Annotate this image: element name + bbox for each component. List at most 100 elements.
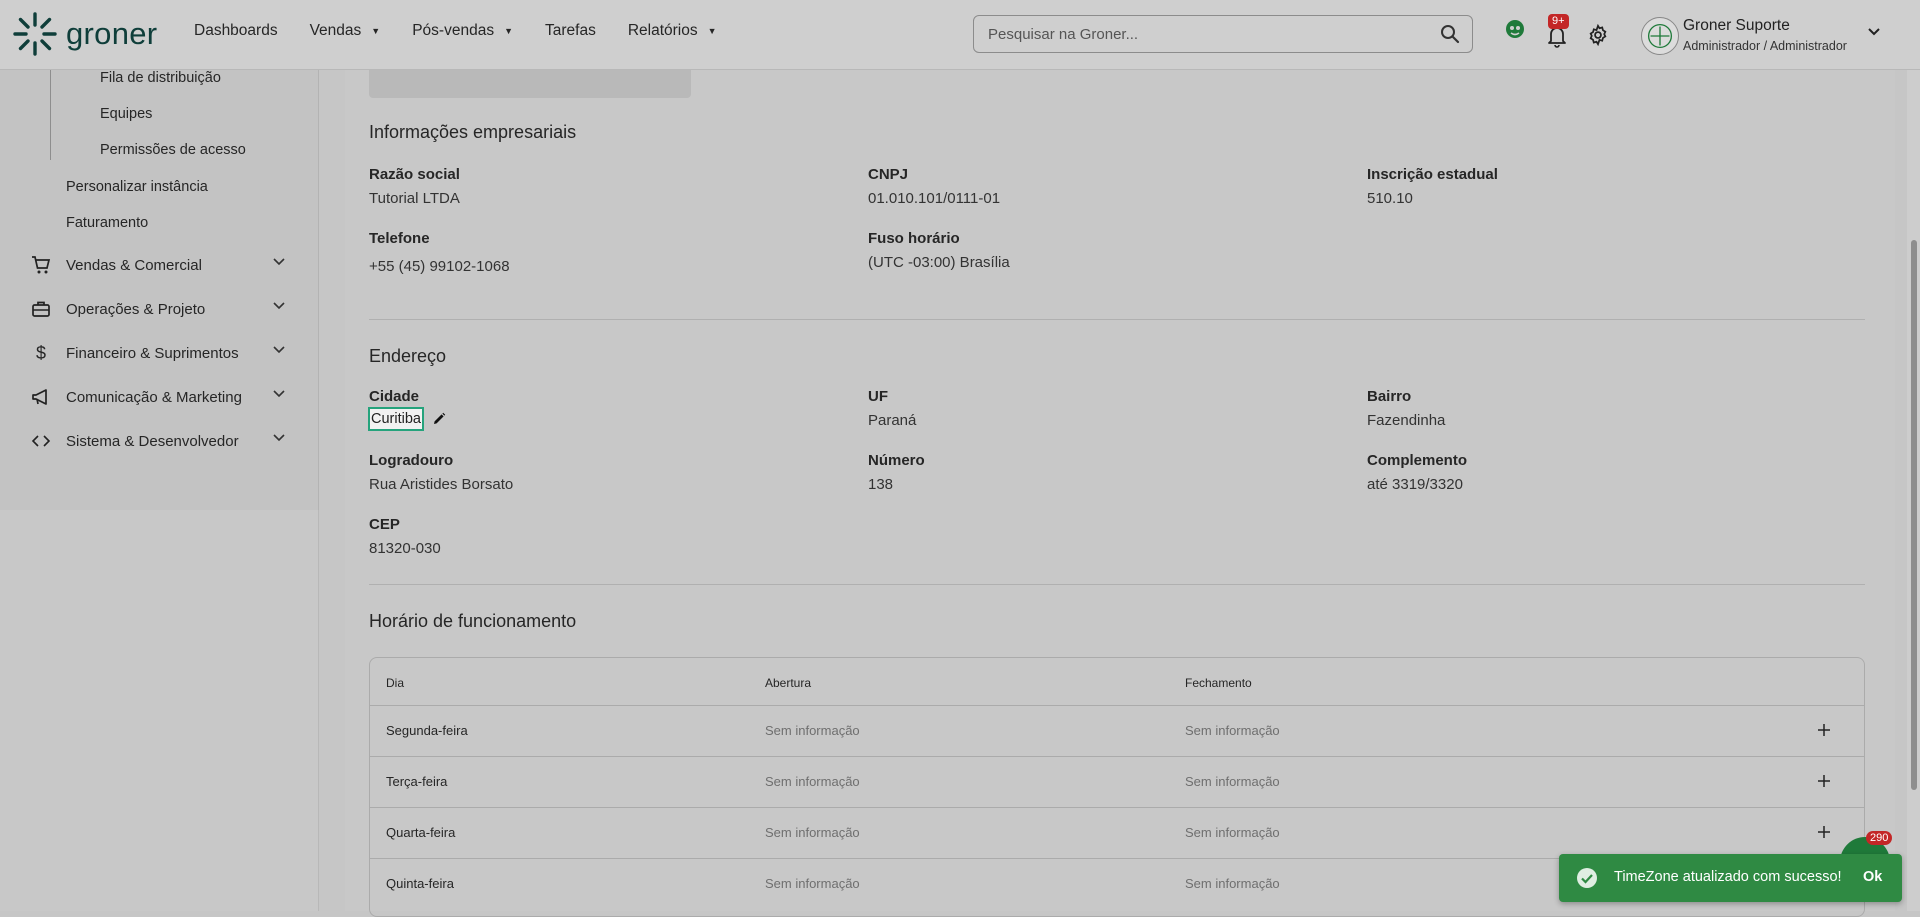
column-header-fechamento: Fechamento [1185, 676, 1252, 690]
field-label-telefone: Telefone [369, 230, 430, 247]
nav-vendas[interactable]: Vendas ▼ [310, 22, 381, 40]
field-label-uf: UF [868, 388, 888, 405]
chevron-down-icon [273, 258, 285, 266]
user-menu[interactable]: Groner Suporte Administrador / Administr… [1641, 17, 1881, 57]
field-value-telefone[interactable]: +55 (45) 99102-1068 [369, 258, 510, 275]
day-cell: Segunda-feira [386, 723, 468, 738]
search-icon[interactable] [1440, 24, 1460, 44]
submenu-guide-line [50, 70, 51, 160]
add-icon[interactable] [1816, 773, 1832, 789]
field-label-complemento: Complemento [1367, 452, 1468, 469]
user-name: Groner Suporte [1683, 17, 1790, 34]
sidebar-group-label: Financeiro & Suprimentos [66, 344, 239, 362]
nav-dashboards[interactable]: Dashboards [194, 22, 278, 40]
sidebar-group-financeiro[interactable]: $ Financeiro & Suprimentos [30, 341, 286, 365]
toast-message: TimeZone atualizado com sucesso! [1614, 869, 1842, 885]
sidebar-group-vendas[interactable]: Vendas & Comercial [30, 253, 286, 277]
field-value-logradouro[interactable]: Rua Aristides Borsato [369, 476, 513, 493]
open-cell: Sem informação [765, 774, 860, 789]
city-input[interactable]: Curitiba [368, 407, 424, 431]
field-label-cnpj: CNPJ [868, 166, 909, 183]
notifications-badge: 9+ [1548, 14, 1569, 29]
nav-pos-vendas[interactable]: Pós-vendas ▼ [412, 22, 513, 40]
scrollbar-thumb[interactable] [1911, 240, 1917, 790]
section-divider [369, 584, 1865, 585]
sidebar-item-permissoes[interactable]: Permissões de acesso [100, 142, 246, 158]
close-cell: Sem informação [1185, 825, 1280, 840]
field-value-fuso[interactable]: (UTC -03:00) Brasília [868, 254, 1010, 271]
day-cell: Quarta-feira [386, 825, 456, 840]
assistant-icon[interactable] [1504, 18, 1526, 40]
toast-ok-button[interactable]: Ok [1863, 869, 1882, 885]
nav-tarefas[interactable]: Tarefas [545, 22, 596, 40]
field-value-bairro[interactable]: Fazendinha [1367, 412, 1445, 429]
day-cell: Terça-feira [386, 774, 448, 789]
field-label-cep: CEP [369, 516, 400, 533]
groner-logo[interactable]: groner [12, 10, 157, 58]
nav-relatorios[interactable]: Relatórios ▼ [628, 22, 717, 40]
megaphone-icon [30, 386, 52, 408]
nav-label: Pós-vendas [412, 22, 495, 39]
success-toast: TimeZone atualizado com sucesso! Ok [1559, 854, 1902, 902]
field-label-bairro: Bairro [1367, 388, 1412, 405]
section-divider [369, 319, 1865, 320]
user-role: Administrador / Administrador [1683, 39, 1847, 53]
field-value-uf[interactable]: Paraná [868, 412, 916, 429]
previous-section-block [369, 70, 691, 98]
table-row: Terça-feira Sem informação Sem informaçã… [370, 756, 1864, 808]
sidebar-group-operacoes[interactable]: Operações & Projeto [30, 297, 286, 321]
logo-burst-icon [13, 12, 57, 56]
field-value-complemento[interactable]: até 3319/3320 [1367, 476, 1463, 493]
column-header-abertura: Abertura [765, 676, 812, 690]
close-cell: Sem informação [1185, 774, 1280, 789]
section-title-hours: Horário de funcionamento [369, 611, 577, 631]
chevron-down-icon [273, 346, 285, 354]
caret-down-icon: ▼ [504, 26, 513, 36]
table-row: Segunda-feira Sem informação Sem informa… [370, 705, 1864, 757]
sidebar-group-label: Operações & Projeto [66, 300, 206, 318]
field-label-fuso: Fuso horário [868, 230, 960, 247]
chevron-down-icon [273, 434, 285, 442]
column-header-dia: Dia [386, 676, 405, 690]
sidebar-group-label: Vendas & Comercial [66, 256, 202, 274]
chevron-down-icon [273, 390, 285, 398]
sidebar: Fila de distribuição Equipes Permissões … [0, 70, 319, 510]
sidebar-item-fila-distribuicao[interactable]: Fila de distribuição [100, 70, 221, 86]
pencil-icon[interactable] [432, 412, 446, 426]
field-value-razao-social[interactable]: Tutorial LTDA [369, 190, 460, 207]
top-bar: groner Dashboards Vendas ▼ Pós-vendas ▼ … [0, 0, 1920, 70]
field-value-cep[interactable]: 81320-030 [369, 540, 441, 557]
section-title-business: Informações empresariais [369, 122, 577, 142]
close-cell: Sem informação [1185, 876, 1280, 891]
nav-label: Tarefas [545, 22, 596, 39]
add-icon[interactable] [1816, 824, 1832, 840]
gear-icon[interactable] [1587, 24, 1609, 46]
sidebar-group-sistema[interactable]: Sistema & Desenvolvedor [30, 429, 286, 453]
chevron-down-icon [1868, 28, 1880, 36]
close-cell: Sem informação [1185, 723, 1280, 738]
sidebar-item-faturamento[interactable]: Faturamento [66, 215, 148, 231]
field-value-inscricao[interactable]: 510.10 [1367, 190, 1413, 207]
caret-down-icon: ▼ [371, 26, 381, 36]
caret-down-icon: ▼ [707, 26, 717, 36]
section-title-address: Endereço [369, 346, 447, 366]
sidebar-group-comunicacao[interactable]: Comunicação & Marketing [30, 385, 286, 409]
avatar-logo-icon [1647, 23, 1673, 49]
search-input[interactable] [986, 24, 1440, 44]
open-cell: Sem informação [765, 825, 860, 840]
field-label-razao-social: Razão social [369, 166, 460, 183]
chevron-down-icon [273, 302, 285, 310]
field-value-cnpj[interactable]: 01.010.101/0111-01 [868, 190, 1000, 207]
field-label-cidade: Cidade [369, 388, 420, 405]
sidebar-group-label: Sistema & Desenvolvedor [66, 432, 239, 450]
open-cell: Sem informação [765, 723, 860, 738]
day-cell: Quinta-feira [386, 876, 454, 891]
sidebar-item-equipes[interactable]: Equipes [100, 106, 152, 122]
cart-icon [30, 254, 52, 276]
field-value-numero[interactable]: 138 [868, 476, 893, 493]
sidebar-item-personalizar[interactable]: Personalizar instância [66, 179, 208, 195]
add-icon[interactable] [1816, 722, 1832, 738]
check-circle-icon [1577, 868, 1597, 888]
nav-label: Vendas [309, 22, 362, 39]
briefcase-icon [30, 298, 52, 320]
